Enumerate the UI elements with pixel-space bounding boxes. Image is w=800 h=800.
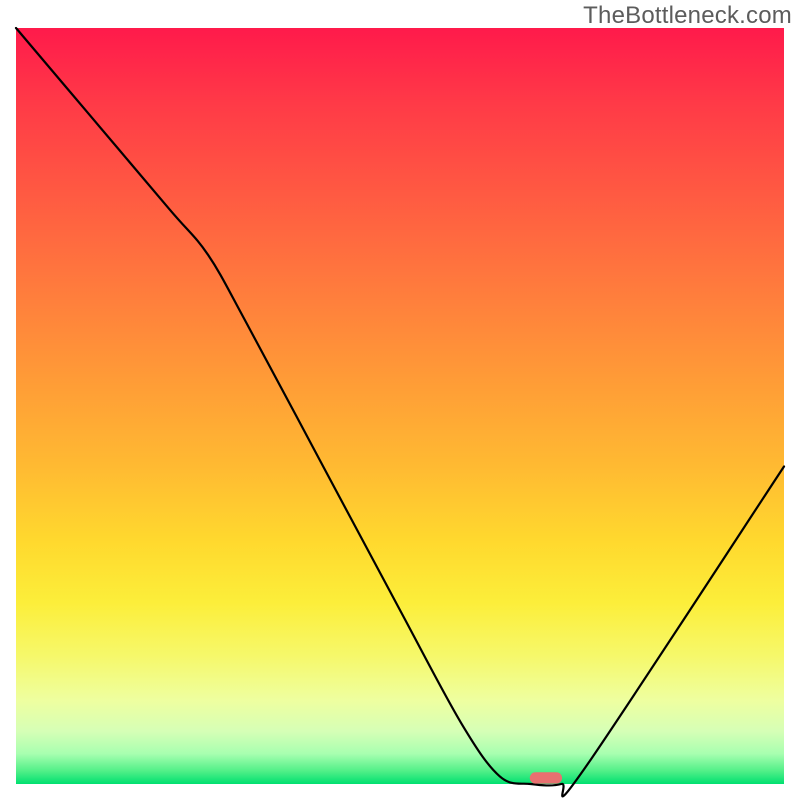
watermark-text: TheBottleneck.com [583, 2, 792, 30]
optimal-marker [530, 772, 562, 783]
chart-svg [16, 28, 784, 784]
chart-frame: TheBottleneck.com [0, 0, 800, 800]
bottleneck-curve [16, 28, 784, 796]
plot-area [16, 28, 784, 784]
